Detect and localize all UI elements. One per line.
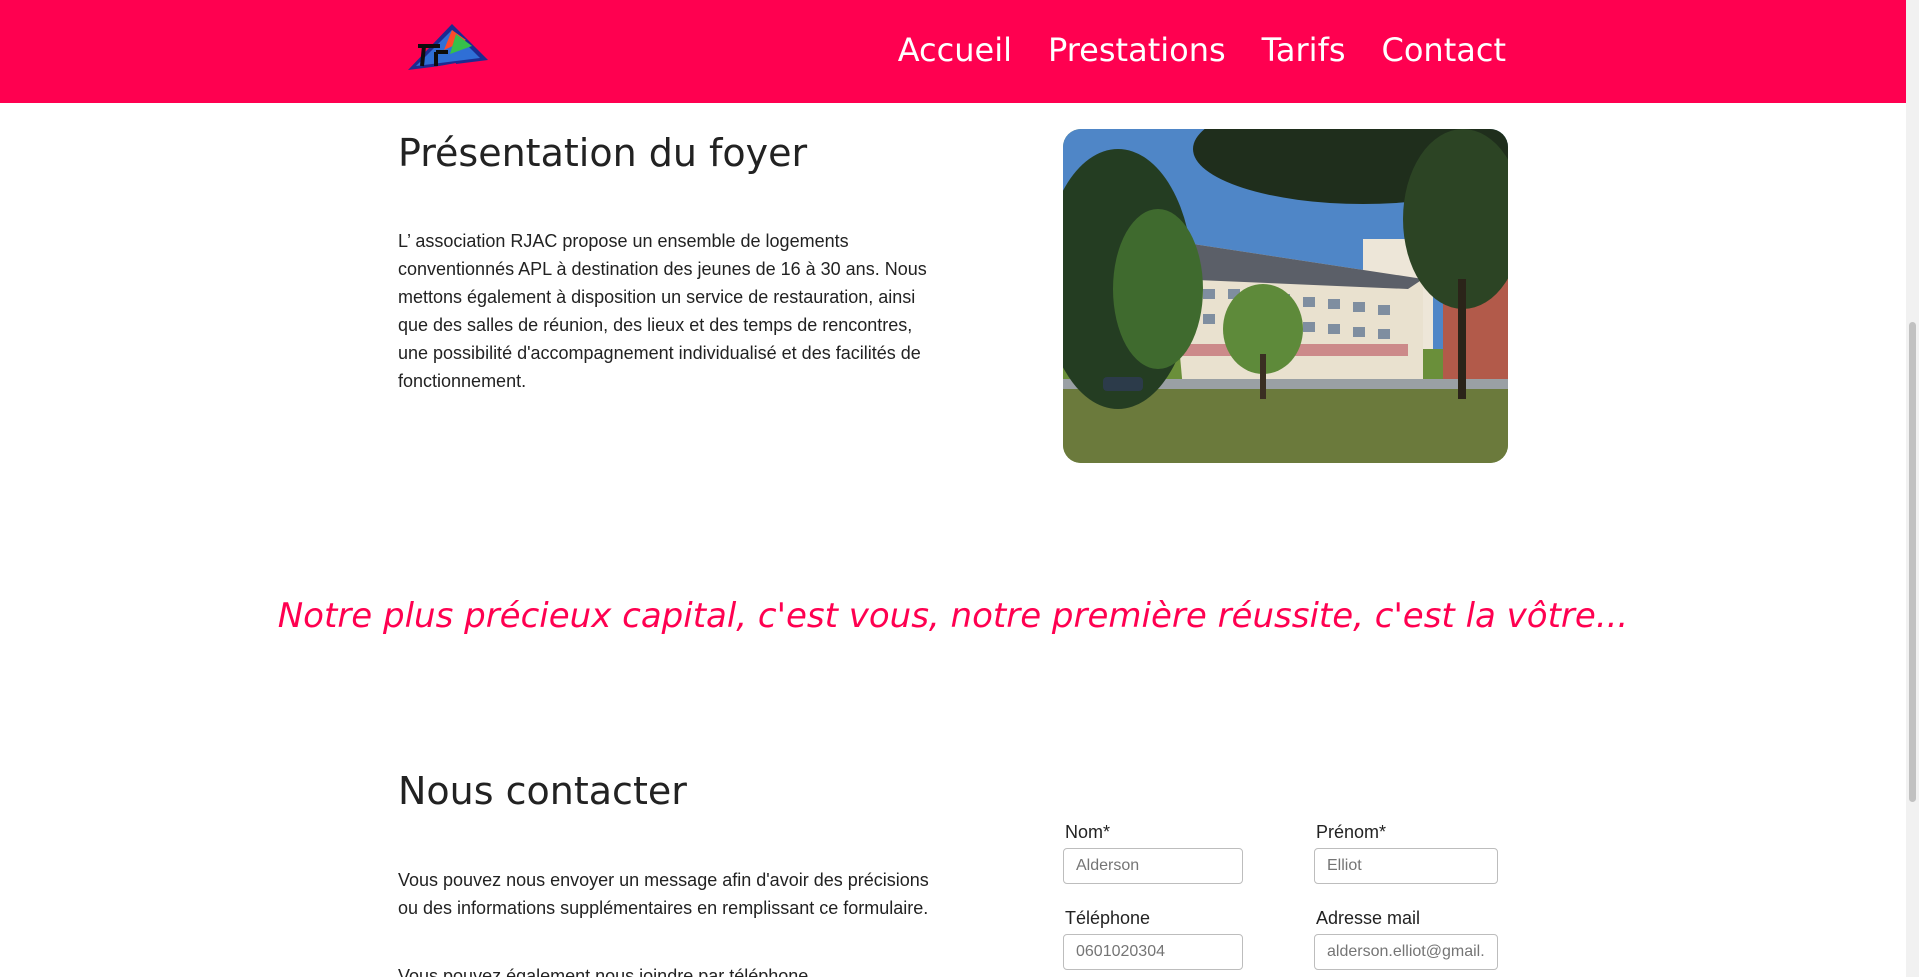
prenom-label: Prénom* (1316, 822, 1387, 842)
nom-label: Nom* (1065, 822, 1111, 842)
telephone-label: Téléphone (1065, 908, 1151, 928)
nav-accueil[interactable]: Accueil (898, 28, 1012, 72)
nav-contact[interactable]: Contact (1382, 28, 1507, 72)
email-label: Adresse mail (1316, 908, 1421, 928)
logo-icon[interactable] (406, 20, 490, 76)
nom-input[interactable] (1063, 848, 1243, 884)
nav-prestations[interactable]: Prestations (1048, 28, 1226, 72)
scrollbar-thumb[interactable] (1909, 322, 1916, 802)
presentation-text: L’ association RJAC propose un ensemble … (398, 231, 927, 391)
presentation-title: Présentation du foyer (398, 131, 808, 175)
building-photo (1063, 129, 1508, 463)
page: Accueil Prestations Tarifs Contact Prése… (0, 0, 1919, 977)
tagline-quote: Notre plus précieux capital, c'est vous,… (277, 596, 1629, 636)
telephone-input[interactable] (1063, 934, 1243, 970)
top-navigation-bar: Accueil Prestations Tarifs Contact (0, 0, 1906, 103)
page-scrollbar[interactable] (1906, 0, 1919, 977)
contact-text: Vous pouvez nous envoyer un message afin… (398, 870, 929, 918)
prenom-input[interactable] (1314, 848, 1498, 884)
contact-title: Nous contacter (398, 769, 687, 813)
main-nav: Accueil Prestations Tarifs Contact (898, 28, 1506, 72)
nav-tarifs[interactable]: Tarifs (1262, 28, 1346, 72)
contact-text-continued: Vous pouvez également nous joindre par t… (398, 966, 809, 977)
email-input[interactable] (1314, 934, 1498, 970)
